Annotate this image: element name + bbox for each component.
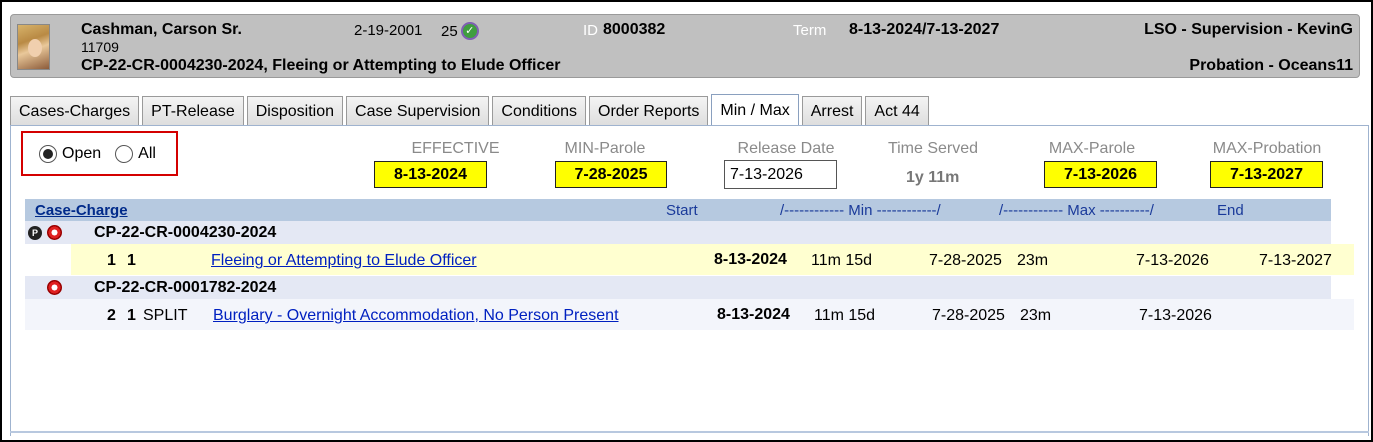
panel-bottom-border (10, 431, 1369, 433)
release-date-label: Release Date (737, 140, 835, 157)
time-served-label: Time Served (887, 140, 979, 157)
charge-min-date: 7-28-2025 (929, 252, 1002, 269)
effective-value: 8-13-2024 (374, 161, 487, 188)
case-title: CP-22-CR-0004230-2024, Fleeing or Attemp… (81, 57, 561, 74)
end-header: End (1217, 202, 1244, 219)
offender-name: Cashman, Carson Sr. (81, 21, 242, 38)
tab-conditions[interactable]: Conditions (492, 96, 587, 127)
charge-start: 8-13-2024 (714, 251, 787, 268)
min-parole-label: MIN-Parole (564, 140, 646, 157)
id-value: 8000382 (603, 21, 666, 38)
charge-description-link[interactable]: Fleeing or Attempting to Elude Officer (211, 252, 477, 270)
charge-count: 2 (107, 307, 116, 324)
term-label: Term (793, 22, 827, 39)
tab-bar: Cases-Charges PT-Release Disposition Cas… (10, 94, 929, 127)
min-header: /------------ Min ------------/ (780, 202, 941, 219)
charge-max-date: 7-13-2026 (1136, 252, 1209, 269)
tab-order-reports[interactable]: Order Reports (589, 96, 709, 127)
supervision-info: LSO - Supervision - KevinG (1144, 21, 1353, 38)
tab-min-max[interactable]: Min / Max (711, 94, 799, 127)
id-label: ID (583, 22, 598, 39)
min-parole-value: 7-28-2025 (555, 161, 667, 188)
p-icon: P (28, 226, 42, 240)
charge-min-term: 11m 15d (814, 307, 876, 324)
age-group: 25 ✓ (441, 22, 479, 40)
charge-min-term: 11m 15d (811, 252, 873, 269)
max-parole-value: 7-13-2026 (1044, 161, 1157, 188)
avatar-face (28, 39, 42, 57)
case-charge-sort-link[interactable]: Case-Charge (35, 202, 128, 219)
max-parole-label: MAX-Parole (1048, 140, 1136, 157)
time-served-value: 1y 11m (906, 169, 960, 186)
effective-label: EFFECTIVE (411, 140, 500, 157)
all-radio[interactable]: All (115, 144, 156, 163)
charge-max-term: 23m (1020, 307, 1052, 324)
charge-seq: 1 (127, 252, 136, 269)
max-probation-label: MAX-Probation (1212, 140, 1322, 157)
tab-cases-charges[interactable]: Cases-Charges (10, 96, 140, 127)
tab-pt-release[interactable]: PT-Release (142, 96, 244, 127)
start-header: Start (666, 202, 698, 219)
tab-disposition[interactable]: Disposition (246, 96, 344, 127)
open-radio-label: Open (62, 144, 102, 162)
release-date-field[interactable]: 7-13-2026 (724, 160, 837, 189)
offender-sub-id: 11709 (81, 39, 119, 55)
tab-case-supervision[interactable]: Case Supervision (346, 96, 490, 127)
date-of-birth: 2-19-2001 (354, 22, 423, 39)
open-radio-circle[interactable] (39, 144, 57, 163)
charge-type: SPLIT (143, 307, 188, 324)
case-number: CP-22-CR-0001782-2024 (94, 279, 277, 296)
charge-max-date: 7-13-2026 (1139, 307, 1212, 324)
charge-min-date: 7-28-2025 (932, 307, 1005, 324)
all-radio-circle[interactable] (115, 144, 134, 163)
tab-arrest[interactable]: Arrest (801, 96, 863, 127)
charge-end: 7-13-2027 (1259, 252, 1332, 269)
max-header: /------------ Max ----------/ (999, 202, 1154, 219)
open-status-icon (47, 280, 62, 295)
charge-count: 1 (107, 252, 116, 269)
charge-seq: 1 (127, 307, 136, 324)
term-value: 8-13-2024/7-13-2027 (849, 21, 1000, 38)
case-charge-header[interactable]: Case-Charge (35, 202, 128, 219)
status-filter: Open All (21, 131, 178, 176)
open-radio[interactable]: Open (39, 144, 102, 163)
avatar (17, 24, 50, 70)
max-probation-value: 7-13-2027 (1210, 161, 1323, 188)
tab-act-44[interactable]: Act 44 (865, 96, 929, 127)
offender-header: Cashman, Carson Sr. 11709 CP-22-CR-00042… (10, 14, 1360, 78)
all-radio-label: All (138, 144, 156, 162)
probation-info: Probation - Oceans11 (1189, 57, 1353, 74)
check-icon[interactable]: ✓ (460, 22, 479, 40)
charge-description-link[interactable]: Burglary - Overnight Accommodation, No P… (213, 307, 619, 325)
open-status-icon (47, 225, 62, 240)
charge-start: 8-13-2024 (717, 306, 790, 323)
age: 25 (441, 22, 458, 40)
case-number: CP-22-CR-0004230-2024 (94, 224, 277, 241)
charge-max-term: 23m (1017, 252, 1049, 269)
